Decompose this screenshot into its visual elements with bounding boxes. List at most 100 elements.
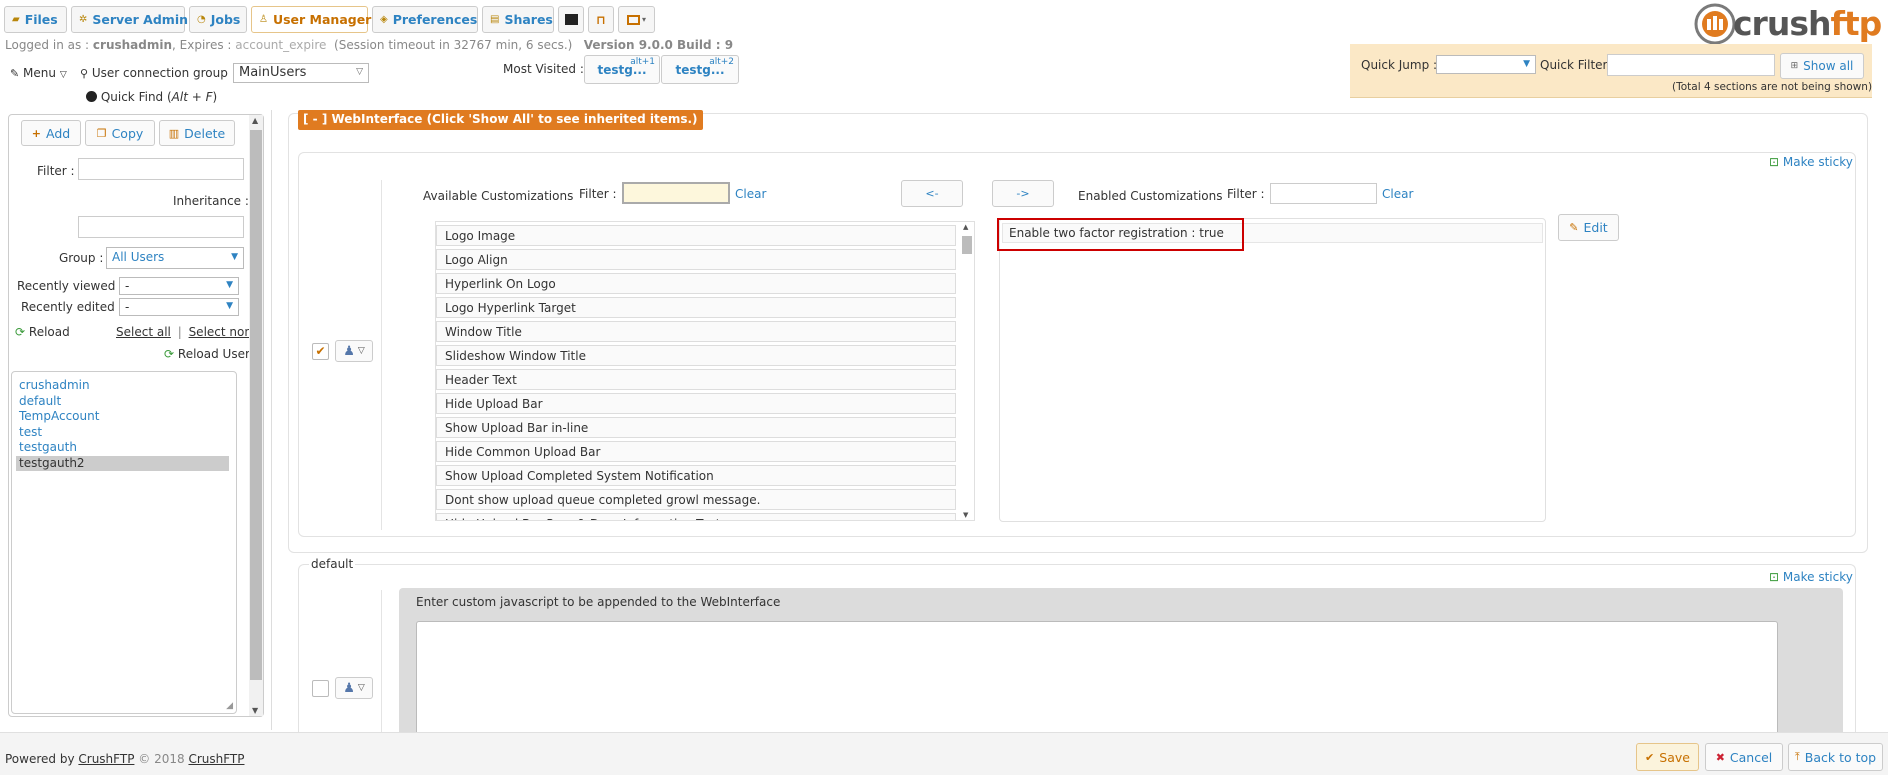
tab-server-admin[interactable]: ✲ Server Admin [71, 6, 188, 33]
user-item-test[interactable]: test [16, 425, 229, 440]
cancel-button[interactable]: ✖ Cancel [1705, 743, 1783, 771]
available-item[interactable]: Show Upload Bar in-line [436, 417, 956, 438]
sidebar: + Add ❐ Copy ▥ Delete Filter : Inheritance … [8, 114, 264, 717]
back-to-top-button[interactable]: ⤒ Back to top [1788, 743, 1883, 771]
screen-menu-button[interactable]: ▾ [618, 6, 655, 33]
filter-label: Filter : [37, 164, 75, 178]
js-textarea[interactable] [416, 621, 1778, 746]
quick-jump-select[interactable]: ▼ [1436, 55, 1536, 74]
tab-label: Files [24, 12, 58, 27]
available-item[interactable]: Dont show upload queue completed growl m… [436, 489, 956, 510]
pencil-icon: ✎ [1569, 221, 1579, 234]
select-all-link[interactable]: Select all [116, 325, 171, 339]
crushftp-link[interactable]: CrushFTP [78, 752, 134, 766]
user-list[interactable]: crushadmin default TempAccount test test… [11, 371, 237, 714]
make-sticky-link[interactable]: ⊡ Make sticky [1769, 570, 1853, 584]
available-item[interactable]: Logo Image [436, 225, 956, 246]
scrollbar-thumb[interactable] [250, 130, 262, 680]
version-text: Version 9.0.0 Build : 9 [583, 38, 734, 52]
make-sticky-link[interactable]: ⊡ Make sticky [1769, 155, 1853, 169]
user-item-default[interactable]: default [16, 394, 229, 409]
enabled-clear-link[interactable]: Clear [1382, 187, 1413, 201]
user-item-testgauth[interactable]: testgauth [16, 440, 229, 455]
footer: Powered by CrushFTP © 2018 CrushFTP ✔ Sav… [0, 732, 1888, 775]
available-scrollbar[interactable]: ▲ ▼ [960, 222, 974, 520]
available-item[interactable]: Hyperlink On Logo [436, 273, 956, 294]
inherit-menu-button[interactable]: ♟ ▽ [335, 340, 373, 362]
pin-icon: ⊡ [1769, 155, 1780, 169]
add-user-button[interactable]: + Add [21, 120, 81, 146]
chevron-down-icon: ▼ [226, 280, 233, 290]
tab-label: Shares [504, 12, 553, 27]
inheritance-input[interactable] [78, 216, 244, 238]
show-all-button[interactable]: ⊞ Show all [1780, 53, 1864, 79]
quick-filter-input[interactable] [1607, 54, 1775, 76]
section-header-toggle[interactable]: [ - ] WebInterface (Click 'Show All' to … [298, 110, 703, 130]
reload-user-button[interactable]: ⟳ Reload User [164, 347, 250, 361]
delete-user-button[interactable]: ▥ Delete [159, 120, 235, 146]
tab-preferences[interactable]: ◈ Preferences [372, 6, 478, 33]
quick-find[interactable]: Quick Find (Alt + F) [86, 90, 217, 104]
available-item[interactable]: Hide Upload Bar [436, 393, 956, 414]
available-item[interactable]: Window Title [436, 321, 956, 342]
save-button[interactable]: ✔ Save [1636, 743, 1699, 771]
scroll-down-icon[interactable]: ▼ [252, 706, 258, 715]
available-item[interactable]: Slideshow Window Title [436, 345, 956, 366]
user-item-crushadmin[interactable]: crushadmin [16, 378, 229, 393]
conn-group-label: ⚲ User connection group : [80, 66, 236, 80]
user-item-testgauth2[interactable]: testgauth2 [16, 456, 229, 471]
lock-button[interactable]: ⊓ [588, 6, 614, 33]
recently-edited-select[interactable]: - ▼ [119, 298, 239, 316]
available-clear-link[interactable]: Clear [735, 187, 766, 201]
default-enable-checkbox[interactable] [312, 680, 329, 697]
crushftp-link-2[interactable]: CrushFTP [188, 752, 244, 766]
tab-jobs[interactable]: ◔ Jobs [189, 6, 247, 33]
inherit-menu-button[interactable]: ♟ ▽ [335, 677, 373, 699]
resize-handle-icon[interactable]: ◢ [226, 701, 233, 711]
recently-viewed-select[interactable]: - ▼ [119, 277, 239, 295]
user-filter-input[interactable] [78, 158, 244, 180]
available-item[interactable]: Show Upload Completed System Notificatio… [436, 465, 956, 486]
inheritance-label: Inheritance : [173, 194, 249, 208]
user-item-tempaccount[interactable]: TempAccount [16, 409, 229, 424]
reload-button[interactable]: ⟳ Reload [15, 325, 70, 339]
scroll-down-icon[interactable]: ▼ [963, 511, 968, 519]
available-item[interactable]: Logo Align [436, 249, 956, 270]
folder-icon: ▰ [12, 14, 20, 25]
terminal-button[interactable] [558, 6, 584, 33]
chevron-down-icon: ▽ [357, 683, 365, 693]
chevron-down-icon: ▽ [357, 346, 365, 356]
js-label: Enter custom javascript to be appended t… [416, 595, 781, 609]
copy-user-button[interactable]: ❐ Copy [85, 120, 155, 146]
sidebar-scrollbar[interactable]: ▲ ▼ [249, 115, 263, 716]
available-list[interactable]: Logo Image Logo Align Hyperlink On Logo … [435, 221, 975, 521]
quick-filter-label: Quick Filter [1540, 58, 1608, 72]
most-visited-2[interactable]: testg... alt+2 [661, 55, 739, 84]
conn-group-select[interactable]: MainUsers ▽ [233, 63, 369, 83]
menu-button[interactable]: ✎ Menu ▽ [10, 66, 67, 80]
available-item[interactable]: Hide Common Upload Bar [436, 441, 956, 462]
tab-files[interactable]: ▰ Files [4, 6, 67, 33]
scroll-up-icon[interactable]: ▲ [252, 116, 258, 125]
group-select[interactable]: All Users ▼ [106, 247, 244, 269]
tab-user-manager[interactable]: ♙ User Manager [251, 6, 371, 33]
enabled-filter-input[interactable] [1270, 183, 1377, 204]
terminal-icon [564, 14, 578, 25]
enabled-list[interactable]: Enable two factor registration : true [997, 218, 1546, 522]
available-item[interactable]: Logo Hyperlink Target [436, 297, 956, 318]
available-item[interactable]: Header Text [436, 369, 956, 390]
edit-button[interactable]: ✎ Edit [1558, 214, 1619, 241]
tab-shares[interactable]: ▤ Shares [482, 6, 554, 33]
enabled-item[interactable]: Enable two factor registration : true [997, 218, 1543, 251]
move-right-button[interactable]: -> [992, 180, 1054, 207]
scrollbar-thumb[interactable] [962, 236, 972, 254]
available-filter-input[interactable] [622, 182, 730, 204]
move-left-button[interactable]: <- [901, 180, 963, 207]
chevron-down-icon: ▼ [231, 252, 238, 262]
scroll-up-icon[interactable]: ▲ [963, 223, 968, 231]
jobs-icon: ◔ [197, 14, 206, 25]
reload-icon: ⟳ [15, 325, 26, 339]
enable-checkbox[interactable]: ✔ [312, 343, 329, 360]
most-visited-1[interactable]: testg... alt+1 [584, 55, 660, 84]
available-item[interactable]: Hide Upload Bar Pass & Drag Information … [436, 513, 956, 520]
